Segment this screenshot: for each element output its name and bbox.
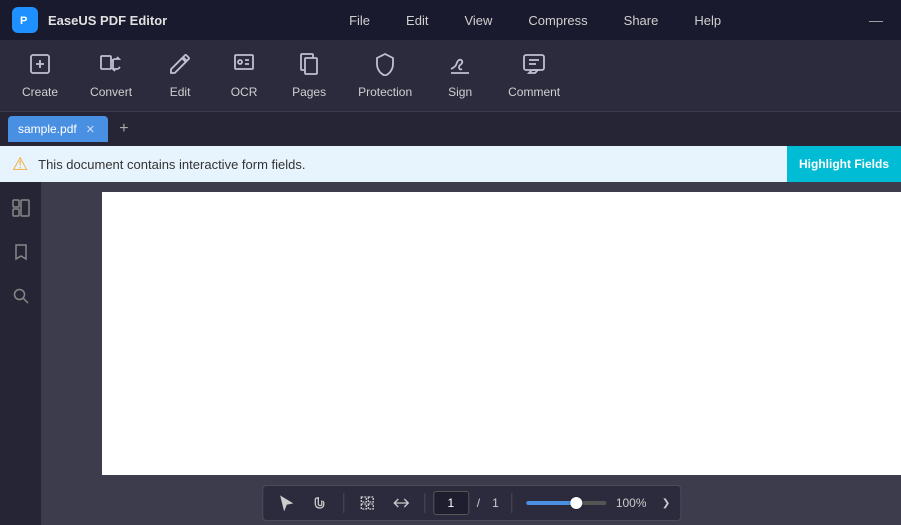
create-label: Create <box>22 85 58 99</box>
zoom-thumb <box>571 497 583 509</box>
sign-label: Sign <box>448 85 472 99</box>
zoom-slider[interactable] <box>526 501 606 505</box>
app-logo: P <box>12 7 38 33</box>
toolbar: Create Convert Edit <box>0 40 901 112</box>
sign-icon <box>448 52 472 80</box>
menu-share[interactable]: Share <box>616 9 667 32</box>
bookmark-panel-icon[interactable] <box>7 238 35 266</box>
edit-icon <box>168 52 192 80</box>
ocr-button[interactable]: OCR <box>214 44 274 107</box>
highlight-fields-button[interactable]: Highlight Fields <box>787 146 901 182</box>
comment-label: Comment <box>508 85 560 99</box>
cursor-tool-button[interactable] <box>271 489 301 517</box>
total-pages: 1 <box>488 496 503 510</box>
menu-help[interactable]: Help <box>686 9 729 32</box>
tab-label: sample.pdf <box>18 122 77 136</box>
app-title: EaseUS PDF Editor <box>48 13 167 28</box>
window-controls: — <box>863 10 889 30</box>
convert-button[interactable]: Convert <box>76 44 146 107</box>
add-tab-button[interactable]: + <box>112 117 136 141</box>
menu-edit[interactable]: Edit <box>398 9 436 32</box>
protection-button[interactable]: Protection <box>344 44 426 107</box>
warning-icon: ⚠ <box>12 154 28 175</box>
menu-file[interactable]: File <box>341 9 378 32</box>
ocr-icon <box>232 52 256 80</box>
protection-label: Protection <box>358 85 412 99</box>
create-button[interactable]: Create <box>8 44 72 107</box>
toolbar-separator-1 <box>343 493 344 513</box>
pages-icon <box>297 52 321 80</box>
title-bar: P EaseUS PDF Editor File Edit View Compr… <box>0 0 901 40</box>
notification-text: This document contains interactive form … <box>38 157 889 172</box>
toolbar-separator-2 <box>424 493 425 513</box>
pages-label: Pages <box>292 85 326 99</box>
left-sidebar <box>0 182 42 525</box>
comment-button[interactable]: Comment <box>494 44 574 107</box>
edit-label: Edit <box>170 85 191 99</box>
menu-bar: File Edit View Compress Share Help <box>217 9 853 32</box>
document-page <box>102 192 901 475</box>
create-icon <box>28 52 52 80</box>
document-canvas <box>42 182 901 525</box>
menu-view[interactable]: View <box>456 9 500 32</box>
search-panel-icon[interactable] <box>7 282 35 310</box>
notification-bar: ⚠ This document contains interactive for… <box>0 146 901 182</box>
pages-button[interactable]: Pages <box>278 44 340 107</box>
page-number-input[interactable] <box>433 491 469 515</box>
selection-tool-button[interactable] <box>352 489 382 517</box>
arrows-tool-button[interactable] <box>386 489 416 517</box>
page-separator: / <box>473 496 484 510</box>
menu-compress[interactable]: Compress <box>520 9 595 32</box>
bottom-toolbar: / 1 100% ❯ <box>262 485 681 521</box>
tab-sample-pdf[interactable]: sample.pdf ✕ <box>8 116 108 142</box>
sign-button[interactable]: Sign <box>430 44 490 107</box>
hand-tool-button[interactable] <box>305 489 335 517</box>
zoom-dropdown-button[interactable]: ❯ <box>660 496 672 511</box>
document-area: / 1 100% ❯ <box>42 182 901 525</box>
convert-icon <box>99 52 123 80</box>
main-area: / 1 100% ❯ <box>0 182 901 525</box>
comment-icon <box>522 52 546 80</box>
ocr-label: OCR <box>231 85 258 99</box>
zoom-percent: 100% <box>616 496 656 510</box>
protection-icon <box>373 52 397 80</box>
tab-close-button[interactable]: ✕ <box>83 122 98 137</box>
thumbnails-panel-icon[interactable] <box>7 194 35 222</box>
toolbar-separator-3 <box>511 493 512 513</box>
edit-button[interactable]: Edit <box>150 44 210 107</box>
tab-bar: sample.pdf ✕ + <box>0 112 901 146</box>
svg-text:P: P <box>20 15 27 27</box>
convert-label: Convert <box>90 85 132 99</box>
minimize-button[interactable]: — <box>863 10 889 30</box>
